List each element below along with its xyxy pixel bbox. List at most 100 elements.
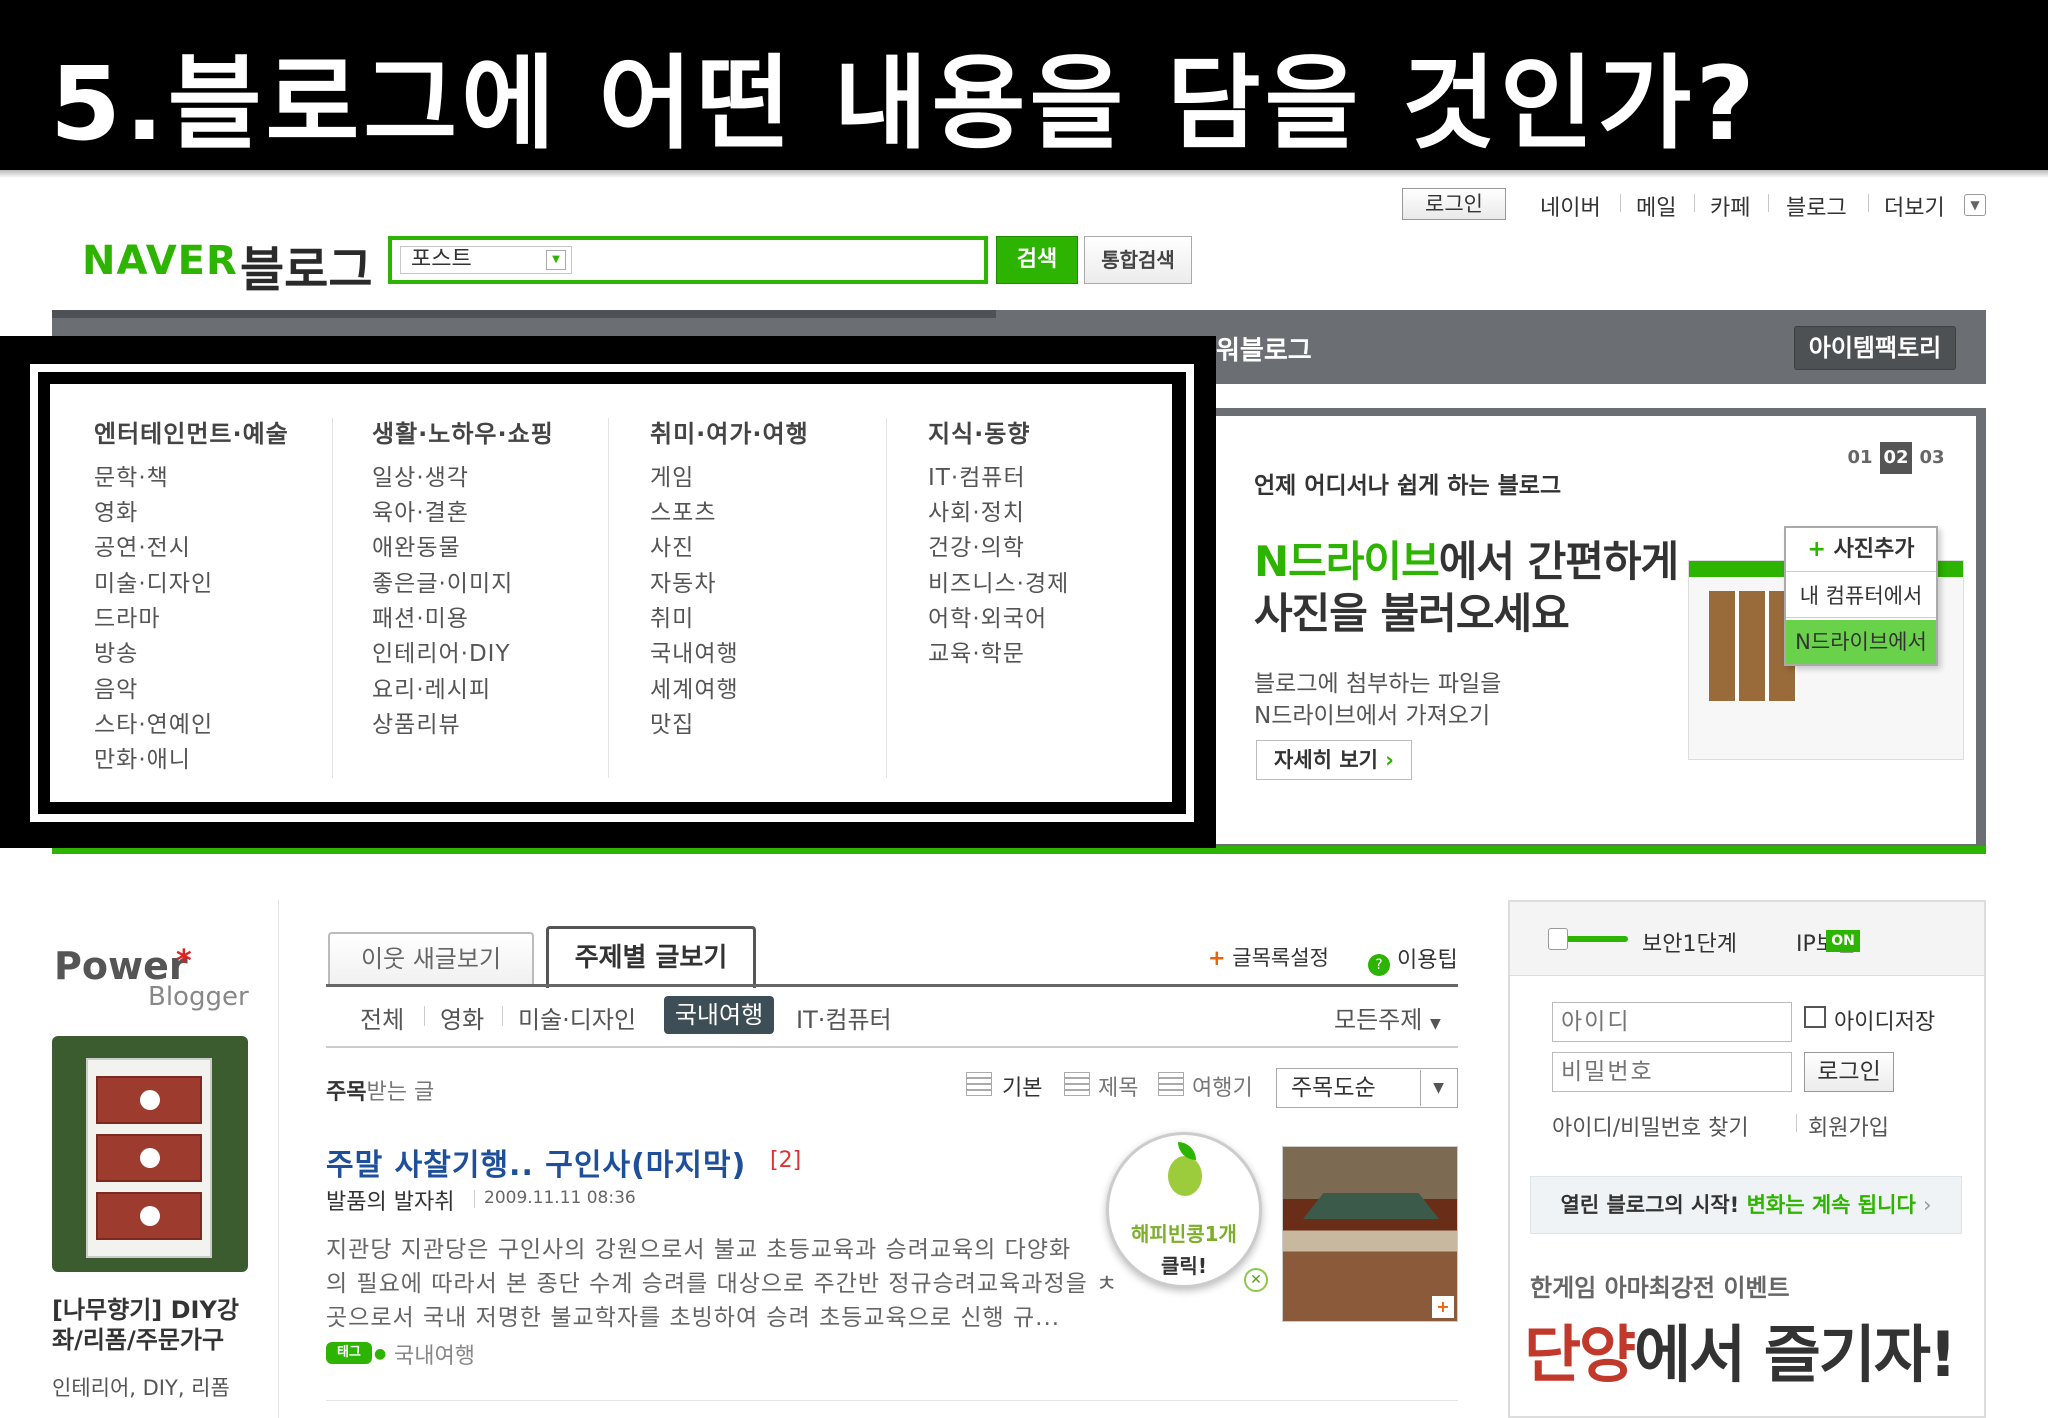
security-level-slider[interactable]: [1548, 928, 1628, 950]
list-view-icon[interactable]: [966, 1072, 992, 1096]
category-item[interactable]: 세계여행: [650, 670, 739, 704]
view-basic[interactable]: 기본: [1002, 1070, 1042, 1102]
category-item[interactable]: 인테리어·DIY: [372, 634, 511, 668]
category-item[interactable]: 스포츠: [650, 493, 716, 527]
chevron-down-icon[interactable]: ▼: [1964, 194, 1986, 216]
login-button[interactable]: 로그인: [1804, 1052, 1894, 1092]
category-item[interactable]: 건강·의학: [928, 528, 1025, 562]
post-author[interactable]: 발품의 발자취: [326, 1184, 454, 1216]
view-title[interactable]: 제목: [1098, 1070, 1138, 1102]
category-item[interactable]: 스타·연예인: [94, 705, 213, 739]
subcat-all[interactable]: 전체: [360, 1000, 404, 1035]
category-item[interactable]: 육아·결혼: [372, 493, 469, 527]
event-title[interactable]: 한게임 아마최강전 이벤트: [1530, 1268, 1790, 1303]
top-link-naver[interactable]: 네이버: [1540, 190, 1601, 222]
post-tag[interactable]: 국내여행: [394, 1338, 475, 1370]
category-item[interactable]: 영화: [94, 493, 138, 527]
category-heading-entertainment[interactable]: 엔터테인먼트·예술: [94, 414, 289, 449]
comment-count[interactable]: [2]: [770, 1148, 801, 1173]
list-setting-label: 글목록설정: [1232, 946, 1329, 970]
category-item[interactable]: IT·컴퓨터: [928, 458, 1026, 492]
view-summary[interactable]: 여행기: [1192, 1070, 1253, 1102]
category-item[interactable]: 교육·학문: [928, 634, 1025, 668]
category-item[interactable]: 자동차: [650, 564, 716, 598]
power-blogger-title-line2[interactable]: 좌/리폼/주문가구: [52, 1320, 224, 1355]
post-excerpt-line[interactable]: 지관당 지관당은 구인사의 강원으로서 불교 초등교육과 승려교육의 다양화: [326, 1230, 1071, 1264]
divider: [1868, 194, 1869, 212]
category-item[interactable]: 국내여행: [650, 634, 739, 668]
top-link-cafe[interactable]: 카페: [1710, 190, 1750, 222]
category-item[interactable]: 공연·전시: [94, 528, 191, 562]
photo-add-menu-item[interactable]: + 사진추가: [1786, 528, 1936, 572]
integrated-search-button[interactable]: 통합검색: [1084, 236, 1192, 284]
promo-page-3[interactable]: 03: [1916, 442, 1948, 474]
post-title-link[interactable]: 주말 사찰기행.. 구인사(마지막): [326, 1140, 746, 1184]
category-item[interactable]: 사진: [650, 528, 694, 562]
item-factory-button[interactable]: 아이템팩토리: [1794, 326, 1956, 370]
category-heading-hobby[interactable]: 취미·여가·여행: [650, 414, 809, 449]
category-heading-life[interactable]: 생활·노하우·쇼핑: [372, 414, 554, 449]
from-my-computer-item[interactable]: 내 컴퓨터에서: [1786, 574, 1936, 618]
promo-detail-label: 자세히 보기: [1274, 748, 1378, 772]
naver-logo[interactable]: NAVER: [82, 238, 238, 284]
category-item[interactable]: 어학·외국어: [928, 599, 1047, 633]
id-input[interactable]: [1552, 1002, 1792, 1042]
category-item[interactable]: 사회·정치: [928, 493, 1025, 527]
promo-detail-button[interactable]: 자세히 보기 ›: [1256, 740, 1412, 780]
power-blogger-photo[interactable]: [52, 1036, 248, 1272]
join-link[interactable]: 회원가입: [1808, 1110, 1889, 1142]
category-item[interactable]: 취미: [650, 599, 694, 633]
category-item[interactable]: 좋은글·이미지: [372, 564, 513, 598]
save-id-checkbox[interactable]: [1804, 1006, 1826, 1028]
top-link-mail[interactable]: 메일: [1636, 190, 1676, 222]
category-item[interactable]: 드라마: [94, 599, 160, 633]
close-icon[interactable]: ✕: [1244, 1268, 1268, 1292]
category-item[interactable]: 요리·레시피: [372, 670, 491, 704]
promo-desc-2: N드라이브에서 가져오기: [1254, 703, 1491, 729]
chevron-down-icon[interactable]: ▼: [546, 250, 566, 270]
post-excerpt-line[interactable]: 의 필요에 따라서 본 종단 수계 승려를 대상으로 주간반 정규승려교육과정을…: [326, 1264, 1118, 1298]
category-item[interactable]: 맛집: [650, 705, 694, 739]
subcat-domestic-travel[interactable]: 국내여행: [664, 996, 774, 1034]
all-topics-select[interactable]: 모든주제 ▼: [1334, 1000, 1441, 1035]
find-account-link[interactable]: 아이디/비밀번호 찾기: [1552, 1110, 1749, 1142]
top-link-blog[interactable]: 블로그: [1786, 190, 1847, 222]
usage-tip-link[interactable]: ? 이용팁: [1368, 942, 1458, 976]
plus-icon[interactable]: +: [1432, 1296, 1454, 1318]
post-excerpt-line[interactable]: 곳으로서 국내 저명한 불교학자를 초빙하여 승려 초등교육으로 신행 규...: [326, 1298, 1060, 1332]
category-item[interactable]: 상품리뷰: [372, 705, 461, 739]
tab-neighbor-posts[interactable]: 이웃 새글보기: [328, 932, 534, 986]
top-link-more[interactable]: 더보기: [1884, 190, 1945, 222]
subcat-movie[interactable]: 영화: [440, 1000, 484, 1035]
category-item[interactable]: 비즈니스·경제: [928, 564, 1069, 598]
category-item[interactable]: 게임: [650, 458, 694, 492]
subcat-it-computer[interactable]: IT·컴퓨터: [796, 1000, 892, 1035]
category-item[interactable]: 문학·책: [94, 458, 169, 492]
category-item[interactable]: 애완동물: [372, 528, 461, 562]
search-button[interactable]: 검색: [996, 236, 1078, 284]
title-view-icon[interactable]: [1064, 1072, 1090, 1096]
category-heading-knowledge[interactable]: 지식·동향: [928, 414, 1030, 449]
from-ndrive-item[interactable]: N드라이브에서: [1786, 620, 1936, 664]
category-item[interactable]: 음악: [94, 670, 138, 704]
ip-security-toggle[interactable]: ON: [1826, 930, 1860, 952]
event-banner-text[interactable]: 단양에서 즐기자!: [1524, 1304, 1957, 1394]
list-setting-link[interactable]: + 글목록설정: [1208, 942, 1329, 972]
blog-logo[interactable]: 블로그: [240, 230, 372, 300]
subcat-art-design[interactable]: 미술·디자인: [518, 1000, 636, 1035]
open-blog-banner[interactable]: 열린 블로그의 시작! 변화는 계속 됩니다 ›: [1530, 1176, 1962, 1234]
password-input[interactable]: [1552, 1052, 1792, 1092]
tab-topic-posts[interactable]: 주제별 글보기: [546, 926, 756, 988]
chevron-down-icon[interactable]: ▼: [1420, 1070, 1456, 1106]
category-item[interactable]: 방송: [94, 634, 138, 668]
top-login-button[interactable]: 로그인: [1402, 188, 1506, 220]
category-item[interactable]: 미술·디자인: [94, 564, 213, 598]
nav-item-power-blog[interactable]: 워블로그: [1216, 330, 1312, 367]
summary-view-icon[interactable]: [1158, 1072, 1184, 1096]
category-item[interactable]: 패션·미용: [372, 599, 469, 633]
category-item[interactable]: 일상·생각: [372, 458, 469, 492]
promo-page-1[interactable]: 01: [1844, 442, 1876, 474]
save-id-label[interactable]: 아이디저장: [1834, 1004, 1935, 1036]
promo-page-2[interactable]: 02: [1880, 442, 1912, 474]
category-item[interactable]: 만화·애니: [94, 740, 191, 774]
